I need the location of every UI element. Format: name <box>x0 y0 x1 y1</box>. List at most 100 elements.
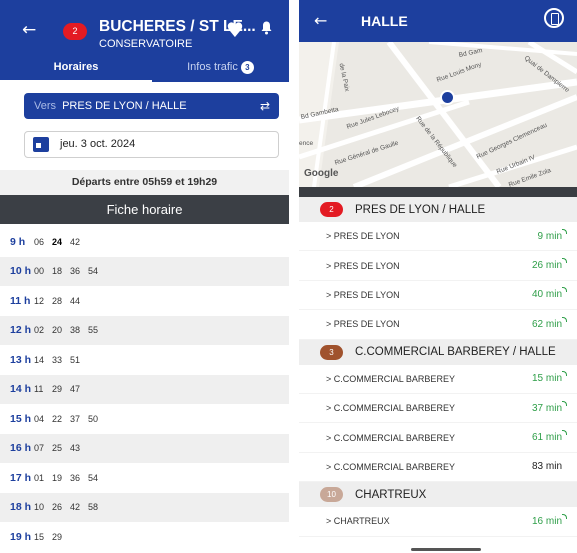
minute-value[interactable]: 47 <box>70 384 88 394</box>
tab-label: Horaires <box>53 61 99 73</box>
departure-row[interactable]: > PRES DE LYON 9 min <box>299 222 577 252</box>
minute-value[interactable]: 18 <box>52 266 70 276</box>
minute-value[interactable]: 20 <box>52 325 70 335</box>
hour-row: 14 h 11 29 47 <box>0 374 289 404</box>
departure-destination: > C.COMMERCIAL BARBEREY <box>326 403 455 414</box>
minute-value[interactable]: 37 <box>70 414 88 424</box>
minute-value[interactable]: 24 <box>52 237 70 247</box>
hourglass-icon[interactable] <box>544 8 564 28</box>
line-badge: 10 <box>320 487 343 503</box>
minute-value[interactable]: 02 <box>34 325 52 335</box>
line-direction-name: CHARTREUX <box>355 488 427 501</box>
bus-stop-pin-icon[interactable] <box>440 90 455 105</box>
back-arrow-icon[interactable]: ← <box>314 11 327 30</box>
street-label: ence <box>299 140 314 147</box>
departure-row[interactable]: > PRES DE LYON 62 min <box>299 310 577 340</box>
departure-destination: > C.COMMERCIAL BARBEREY <box>326 373 455 384</box>
minute-value[interactable]: 43 <box>70 443 88 453</box>
hour-row: 10 h 00 18 36 54 <box>0 256 289 286</box>
minute-value[interactable]: 55 <box>88 325 106 335</box>
bottom-sheet-handle[interactable] <box>411 548 481 551</box>
minute-value[interactable]: 28 <box>52 296 70 306</box>
hour-row: 16 h 07 25 43 <box>0 433 289 463</box>
realtime-wait-time: 37 min <box>532 400 568 414</box>
minute-value[interactable]: 54 <box>88 473 106 483</box>
realtime-wait-time: 16 min <box>532 513 568 527</box>
date-value: jeu. 3 oct. 2024 <box>60 138 136 150</box>
minute-value[interactable]: 36 <box>70 266 88 276</box>
swap-arrows-icon[interactable]: ⇄ <box>260 93 270 119</box>
fiche-horaire-button[interactable]: Fiche horaire <box>0 195 289 224</box>
tab-infos-trafic[interactable]: Infos trafic 3 <box>152 54 289 82</box>
departure-row[interactable]: > CHARTREUX 16 min <box>299 507 577 537</box>
date-picker[interactable]: jeu. 3 oct. 2024 <box>24 131 279 158</box>
minute-value[interactable]: 25 <box>52 443 70 453</box>
minute-value[interactable]: 14 <box>34 355 52 365</box>
minute-value[interactable]: 38 <box>70 325 88 335</box>
minute-value[interactable]: 26 <box>52 502 70 512</box>
departure-row[interactable]: > PRES DE LYON 40 min <box>299 281 577 311</box>
direction-value: PRES DE LYON / HALLE <box>62 100 187 112</box>
minute-value[interactable]: 50 <box>88 414 106 424</box>
departure-destination: > PRES DE LYON <box>326 319 400 330</box>
departure-row[interactable]: > C.COMMERCIAL BARBEREY 61 min <box>299 423 577 453</box>
minute-value[interactable]: 29 <box>52 532 70 542</box>
departure-row[interactable]: > C.COMMERCIAL BARBEREY 83 min <box>299 453 577 483</box>
direction-selector[interactable]: Vers PRES DE LYON / HALLE ⇄ <box>24 93 279 119</box>
hour-label: 15 h <box>10 412 32 425</box>
line-group-header[interactable]: 2 PRES DE LYON / HALLE <box>299 197 577 222</box>
departure-row[interactable]: > C.COMMERCIAL BARBEREY 37 min <box>299 394 577 424</box>
departure-range: Départs entre 05h59 et 19h29 <box>0 170 289 195</box>
heart-icon[interactable]: ♥ <box>226 18 244 42</box>
tab-bar: Horaires Infos trafic 3 <box>0 54 289 82</box>
stop-title: HALLE <box>361 13 408 29</box>
hour-row: 11 h 12 28 44 <box>0 286 289 316</box>
stop-departures-screen: ← HALLE Bd Gambetta Rue Jules Lebocey Ru… <box>299 0 577 553</box>
departure-destination: > CHARTREUX <box>326 516 390 527</box>
departures-list: 2 PRES DE LYON / HALLE > PRES DE LYON 9 min… <box>299 197 577 537</box>
minute-value[interactable]: 54 <box>88 266 106 276</box>
departure-row[interactable]: > C.COMMERCIAL BARBEREY 15 min <box>299 365 577 394</box>
minute-value[interactable]: 58 <box>88 502 106 512</box>
hour-label: 11 h <box>10 294 31 307</box>
minute-value[interactable]: 42 <box>70 237 88 247</box>
realtime-wait-time: 61 min <box>532 430 568 443</box>
hour-row: 12 h 02 20 38 55 <box>0 315 289 345</box>
hour-label: 14 h <box>10 383 32 396</box>
line-group-header[interactable]: 10 CHARTREUX <box>299 482 577 508</box>
minute-value[interactable]: 01 <box>34 473 52 483</box>
minute-value[interactable]: 00 <box>34 266 52 276</box>
back-arrow-icon[interactable]: ← <box>22 20 36 40</box>
line-group-header[interactable]: 3 C.COMMERCIAL BARBEREY / HALLE <box>299 339 577 365</box>
minute-value[interactable]: 42 <box>70 502 88 512</box>
timetable-screen: ← 2 BUCHERES / ST LE... CONSERVATOIRE ♥ … <box>0 0 289 553</box>
hour-row: 9 h 06 24 42 <box>0 227 289 257</box>
hour-label: 16 h <box>10 442 32 455</box>
minute-value[interactable]: 29 <box>52 384 70 394</box>
minute-value[interactable]: 22 <box>52 414 70 424</box>
minute-value[interactable]: 44 <box>70 296 88 306</box>
minute-value[interactable]: 04 <box>34 414 52 424</box>
bell-icon[interactable] <box>261 21 272 35</box>
tab-horaires[interactable]: Horaires <box>0 54 152 82</box>
stop-header: ← 2 BUCHERES / ST LE... CONSERVATOIRE ♥ … <box>0 0 289 82</box>
hour-table: 9 h 06 24 42 10 h 00 18 36 54 11 h 12 28 44 12 h 02 20 3… <box>0 227 289 552</box>
map-view[interactable]: Bd Gambetta Rue Jules Lebocey Rue Généra… <box>299 42 577 187</box>
minute-value[interactable]: 10 <box>34 502 52 512</box>
minute-value[interactable]: 15 <box>34 532 52 542</box>
minute-value[interactable]: 07 <box>34 443 52 453</box>
minute-value[interactable]: 19 <box>52 473 70 483</box>
minute-value[interactable]: 12 <box>34 296 52 306</box>
hour-label: 10 h <box>10 265 32 278</box>
line-direction-name: C.COMMERCIAL BARBEREY / HALLE <box>355 346 556 359</box>
minute-value[interactable]: 33 <box>52 355 70 365</box>
departure-row[interactable]: > PRES DE LYON 26 min <box>299 251 577 281</box>
minute-value[interactable]: 36 <box>70 473 88 483</box>
minute-value[interactable]: 11 <box>34 384 52 394</box>
minute-value[interactable]: 51 <box>70 355 88 365</box>
minute-value[interactable]: 06 <box>34 237 52 247</box>
hour-label: 13 h <box>10 353 32 366</box>
departure-destination: > PRES DE LYON <box>326 289 400 300</box>
hour-label: 18 h <box>10 501 32 514</box>
hour-label: 19 h <box>10 530 32 543</box>
